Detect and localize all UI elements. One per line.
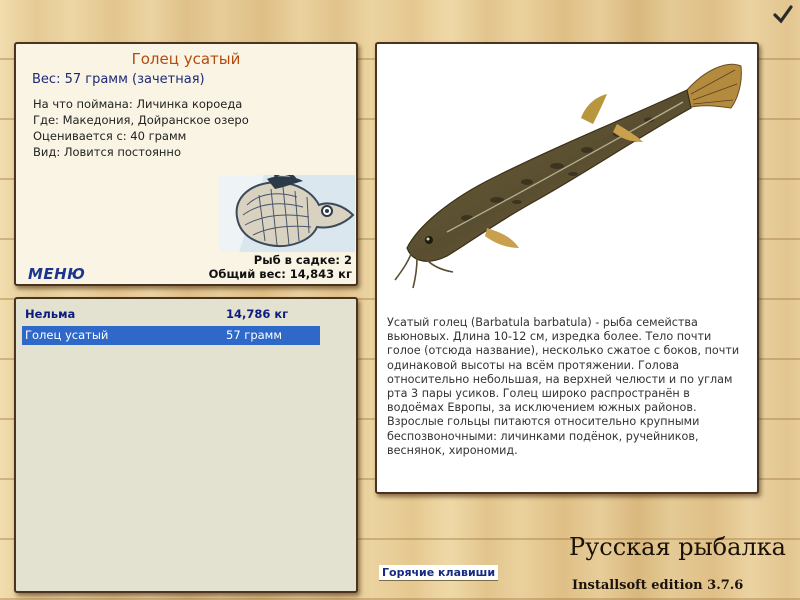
list-item-weight: 57 грамм (226, 328, 283, 342)
fish-photo (394, 63, 742, 289)
list-item-name: Голец усатый (25, 328, 109, 342)
app-brand: Русская рыбалка (568, 533, 786, 561)
kind-info: Вид: Ловится постоянно (33, 145, 181, 159)
fish-info-panel: Голец усатый Вес: 57 грамм (зачетная) На… (14, 42, 358, 286)
checkmark-icon[interactable] (772, 4, 794, 26)
location-info: Где: Македония, Дойранское озеро (33, 113, 249, 127)
app-edition: Installsoft edition 3.7.6 (572, 578, 744, 593)
fish-description-panel: Усатый голец (Barbatula barbatula) - рыб… (375, 42, 759, 494)
list-item-weight: 14,786 кг (226, 307, 289, 321)
list-item-name: Нельма (25, 307, 76, 321)
list-item[interactable]: Нельма 14,786 кг (22, 305, 320, 324)
fish-weight: Вес: 57 грамм (зачетная) (32, 72, 205, 87)
hotkeys-link[interactable]: Горячие клавиши (379, 565, 499, 581)
bait-info: На что поймана: Личинка короеда (33, 97, 243, 111)
list-item-selected[interactable]: Голец усатый 57 грамм (22, 326, 320, 345)
fish-in-cage-count: Рыб в садке: 2 (253, 253, 352, 267)
fish-logo-icon (219, 175, 355, 252)
menu-button[interactable]: МЕНЮ (28, 265, 85, 283)
total-weight: Общий вес: 14,843 кг (208, 267, 352, 281)
valued-from-info: Оценивается с: 40 грамм (33, 129, 187, 143)
fish-description: Усатый голец (Barbatula barbatula) - рыб… (387, 316, 740, 457)
fish-title: Голец усатый (131, 50, 241, 68)
catch-list-panel: Нельма 14,786 кг Голец усатый 57 грамм (14, 297, 358, 593)
